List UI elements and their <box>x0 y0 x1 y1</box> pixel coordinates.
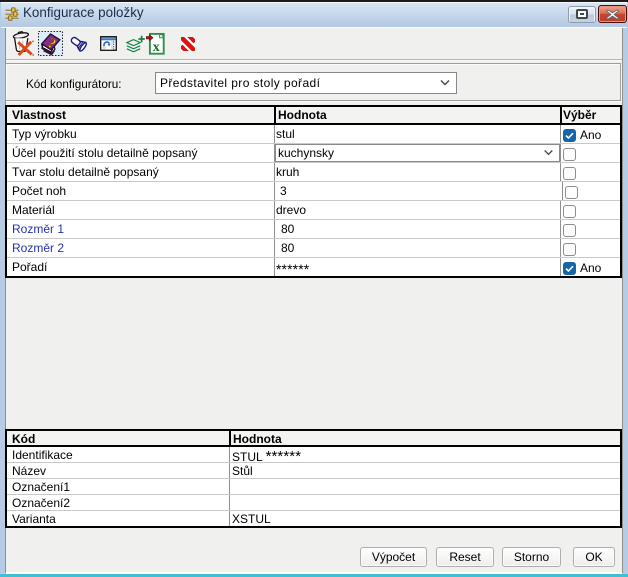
svg-text:x: x <box>153 40 160 55</box>
